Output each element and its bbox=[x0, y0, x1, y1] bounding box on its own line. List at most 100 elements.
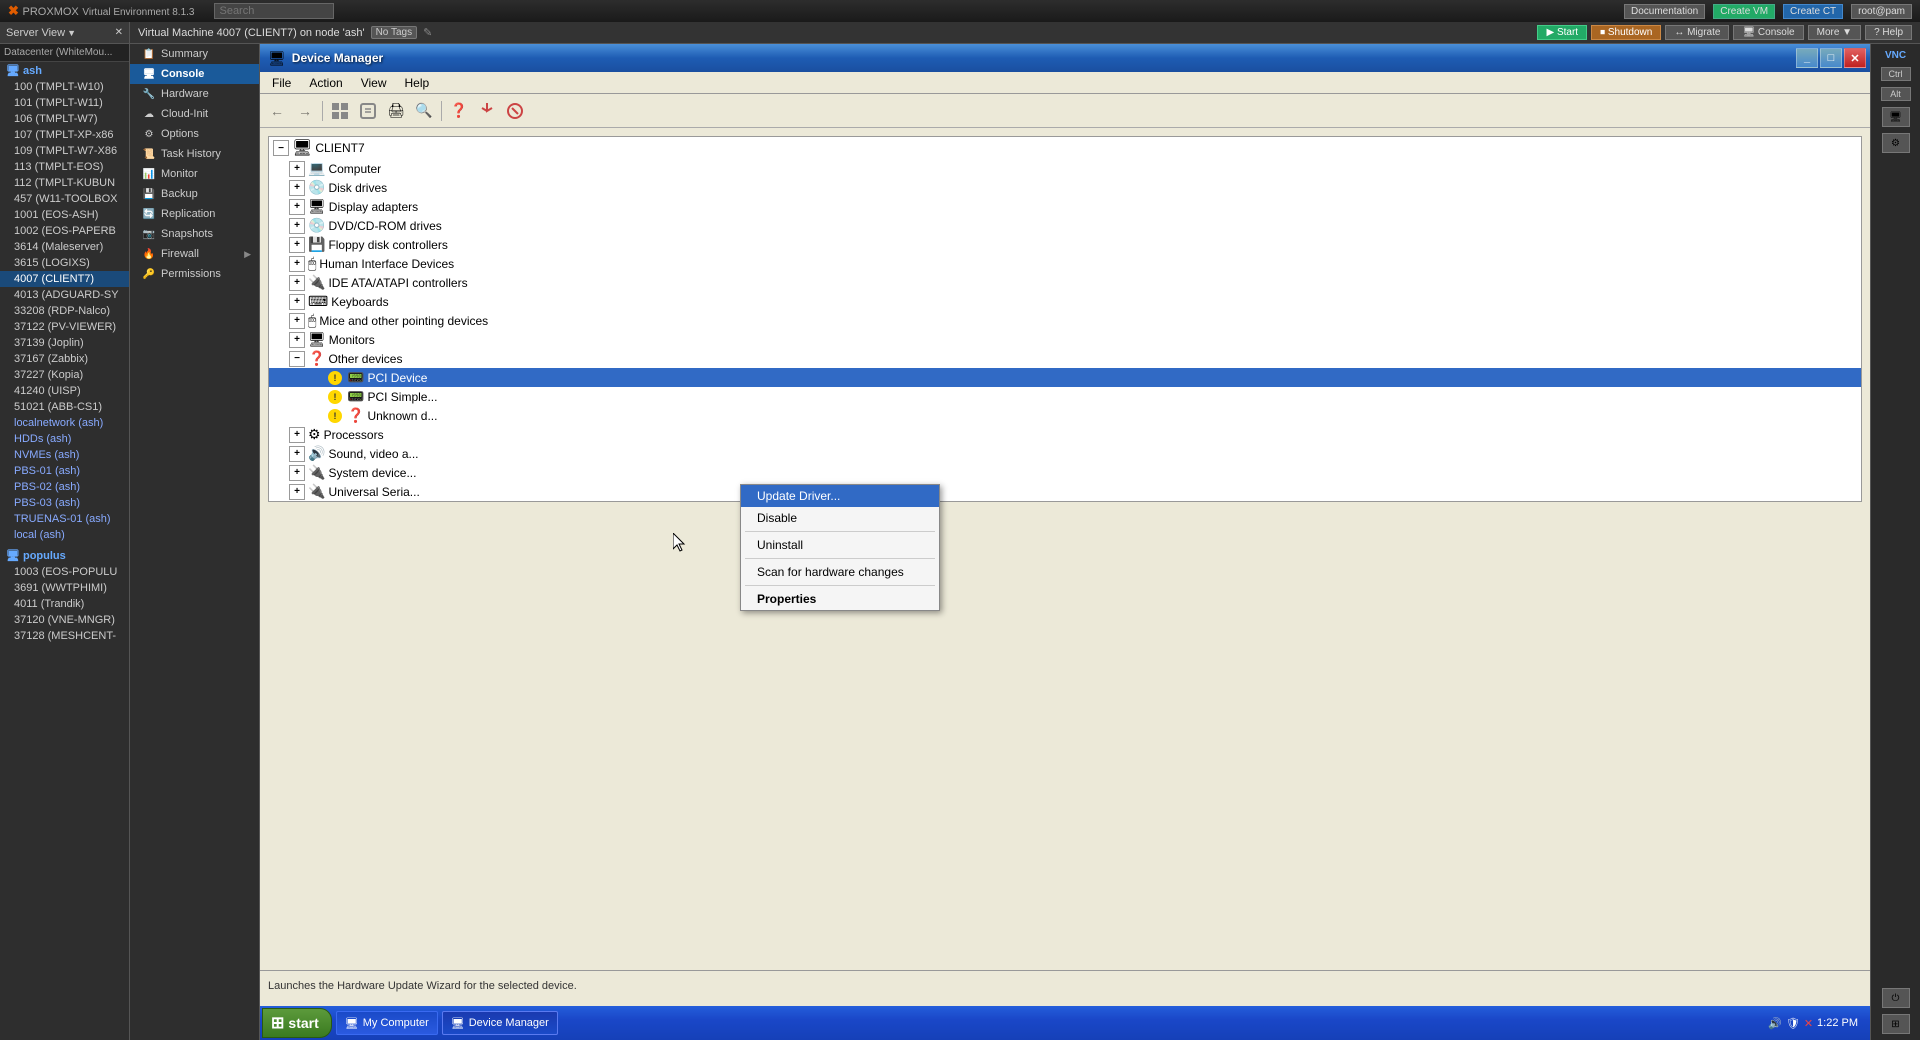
more-button[interactable]: More ▼ bbox=[1808, 25, 1861, 40]
server-view-close[interactable]: ✕ bbox=[115, 27, 123, 38]
console-button[interactable]: 🖥 Console bbox=[1733, 25, 1803, 40]
nav-backup[interactable]: 💾 Backup bbox=[130, 184, 259, 204]
sidebar-vm-100[interactable]: 100 (TMPLT-W10) bbox=[0, 79, 129, 95]
sidebar-storage-pbs02[interactable]: PBS-02 (ash) bbox=[0, 479, 129, 495]
ctx-properties[interactable]: Properties bbox=[741, 588, 939, 610]
sidebar-vm-4013[interactable]: 4013 (ADGUARD-SY bbox=[0, 287, 129, 303]
other-toggle[interactable]: − bbox=[289, 351, 305, 367]
sidebar-datacenter[interactable]: Datacenter (WhiteMou... bbox=[0, 44, 129, 62]
sidebar-vm-33208[interactable]: 33208 (RDP-Nalco) bbox=[0, 303, 129, 319]
sidebar-vm-37122[interactable]: 37122 (PV-VIEWER) bbox=[0, 319, 129, 335]
system-toggle[interactable]: + bbox=[289, 465, 305, 481]
nav-hardware[interactable]: 🔧 Hardware bbox=[130, 84, 259, 104]
migrate-button[interactable]: ↔ Migrate bbox=[1665, 25, 1729, 40]
toolbar-help-btn[interactable]: ❓ bbox=[446, 98, 472, 124]
processors-toggle[interactable]: + bbox=[289, 427, 305, 443]
toolbar-back-btn[interactable]: ← bbox=[264, 98, 290, 124]
nav-snapshots[interactable]: 📷 Snapshots bbox=[130, 224, 259, 244]
vnc-grid-btn[interactable]: ⊞ bbox=[1882, 1014, 1910, 1034]
tree-pci-simple[interactable]: ! 📟 PCI Simple... bbox=[269, 387, 1861, 406]
help-button[interactable]: ? Help bbox=[1865, 25, 1912, 40]
tree-system-devices[interactable]: + 🔌 System device... bbox=[269, 463, 1861, 482]
vnc-power-btn[interactable]: ⏻ bbox=[1882, 988, 1910, 1008]
dvd-toggle[interactable]: + bbox=[289, 218, 305, 234]
sidebar-storage-hdds[interactable]: HDDs (ash) bbox=[0, 431, 129, 447]
tree-pci-device[interactable]: ! 📟 PCI Device bbox=[269, 368, 1861, 387]
ctx-uninstall[interactable]: Uninstall bbox=[741, 534, 939, 556]
sidebar-vm-107[interactable]: 107 (TMPLT-XP-x86 bbox=[0, 127, 129, 143]
ctx-update-driver[interactable]: Update Driver... bbox=[741, 485, 939, 507]
tree-dvd[interactable]: + 💿 DVD/CD-ROM drives bbox=[269, 216, 1861, 235]
win-minimize-btn[interactable]: _ bbox=[1796, 48, 1818, 68]
toolbar-uninstall-btn[interactable] bbox=[502, 98, 528, 124]
tree-computer[interactable]: + 💻 Computer bbox=[269, 159, 1861, 178]
tree-root[interactable]: − 🖥 CLIENT7 bbox=[269, 137, 1861, 159]
tree-other-devices[interactable]: − ❓ Other devices bbox=[269, 349, 1861, 368]
sidebar-vm-113[interactable]: 113 (TMPLT-EOS) bbox=[0, 159, 129, 175]
shutdown-button[interactable]: ⏹ Shutdown bbox=[1591, 25, 1661, 40]
toolbar-print-btn[interactable]: 🖨 bbox=[383, 98, 409, 124]
root-toggle[interactable]: − bbox=[273, 140, 289, 156]
edit-icon[interactable]: ✎ bbox=[423, 26, 432, 39]
documentation-button[interactable]: Documentation bbox=[1624, 4, 1705, 19]
sidebar-storage-pbs01[interactable]: PBS-01 (ash) bbox=[0, 463, 129, 479]
vnc-alt[interactable]: Alt bbox=[1881, 87, 1911, 101]
sidebar-vm-106[interactable]: 106 (TMPLT-W7) bbox=[0, 111, 129, 127]
sidebar-storage-nvmes[interactable]: NVMEs (ash) bbox=[0, 447, 129, 463]
tree-usb[interactable]: + 🔌 Universal Seria... bbox=[269, 482, 1861, 501]
toolbar-properties-btn[interactable] bbox=[355, 98, 381, 124]
ide-toggle[interactable]: + bbox=[289, 275, 305, 291]
tree-monitors[interactable]: + 🖥 Monitors bbox=[269, 330, 1861, 349]
vnc-monitor-btn[interactable]: 🖥 bbox=[1882, 107, 1910, 127]
user-button[interactable]: root@pam bbox=[1851, 4, 1912, 19]
create-vm-button[interactable]: Create VM bbox=[1713, 4, 1775, 19]
sidebar-storage-local[interactable]: local (ash) bbox=[0, 527, 129, 543]
sidebar-vm-4011[interactable]: 4011 (Trandik) bbox=[0, 596, 129, 612]
tree-disk-drives[interactable]: + 💿 Disk drives bbox=[269, 178, 1861, 197]
ctx-disable[interactable]: Disable bbox=[741, 507, 939, 529]
sidebar-vm-1003[interactable]: 1003 (EOS-POPULU bbox=[0, 564, 129, 580]
toolbar-scan-btn[interactable]: 🔍 bbox=[411, 98, 437, 124]
tree-keyboards[interactable]: + ⌨ Keyboards bbox=[269, 292, 1861, 311]
menu-action[interactable]: Action bbox=[301, 74, 350, 92]
disk-drives-toggle[interactable]: + bbox=[289, 180, 305, 196]
sidebar-node-populus[interactable]: 🖥populus bbox=[0, 547, 129, 564]
tree-sound-video[interactable]: + 🔊 Sound, video a... bbox=[269, 444, 1861, 463]
menu-file[interactable]: File bbox=[264, 74, 299, 92]
monitors-toggle[interactable]: + bbox=[289, 332, 305, 348]
sidebar-vm-41240[interactable]: 41240 (UISP) bbox=[0, 383, 129, 399]
sidebar-vm-3614[interactable]: 3614 (Maleserver) bbox=[0, 239, 129, 255]
tree-processors[interactable]: + ⚙ Processors bbox=[269, 425, 1861, 444]
sound-toggle[interactable]: + bbox=[289, 446, 305, 462]
display-toggle[interactable]: + bbox=[289, 199, 305, 215]
search-input[interactable] bbox=[214, 3, 334, 19]
nav-firewall[interactable]: 🔥 Firewall ▶ bbox=[130, 244, 259, 264]
sidebar-vm-112[interactable]: 112 (TMPLT-KUBUN bbox=[0, 175, 129, 191]
nav-permissions[interactable]: 🔑 Permissions bbox=[130, 264, 259, 284]
sidebar-vm-51021[interactable]: 51021 (ABB-CS1) bbox=[0, 399, 129, 415]
sidebar-vm-37139[interactable]: 37139 (Joplin) bbox=[0, 335, 129, 351]
sidebar-vm-1001[interactable]: 1001 (EOS-ASH) bbox=[0, 207, 129, 223]
sidebar-node-ash[interactable]: 🖥ash bbox=[0, 62, 129, 79]
mice-toggle[interactable]: + bbox=[289, 313, 305, 329]
nav-replication[interactable]: 🔄 Replication bbox=[130, 204, 259, 224]
vnc-settings-btn[interactable]: ⚙ bbox=[1882, 133, 1910, 153]
nav-task-history[interactable]: 📜 Task History bbox=[130, 144, 259, 164]
sidebar-storage-localnetwork[interactable]: localnetwork (ash) bbox=[0, 415, 129, 431]
create-ct-button[interactable]: Create CT bbox=[1783, 4, 1843, 19]
win-restore-btn[interactable]: □ bbox=[1820, 48, 1842, 68]
computer-toggle[interactable]: + bbox=[289, 161, 305, 177]
taskbar-device-manager[interactable]: 🖥 Device Manager bbox=[442, 1011, 558, 1035]
start-button[interactable]: ▶ Start bbox=[1537, 25, 1587, 40]
sidebar-vm-37128[interactable]: 37128 (MESHCENT- bbox=[0, 628, 129, 644]
menu-view[interactable]: View bbox=[353, 74, 395, 92]
sidebar-vm-4007[interactable]: 4007 (CLIENT7) bbox=[0, 271, 129, 287]
sidebar-vm-37120[interactable]: 37120 (VNE-MNGR) bbox=[0, 612, 129, 628]
sidebar-vm-101[interactable]: 101 (TMPLT-W11) bbox=[0, 95, 129, 111]
usb-toggle[interactable]: + bbox=[289, 484, 305, 500]
toolbar-device-view-btn[interactable] bbox=[327, 98, 353, 124]
tree-unknown-device[interactable]: ! ❓ Unknown d... bbox=[269, 406, 1861, 425]
sidebar-vm-457[interactable]: 457 (W11-TOOLBOX bbox=[0, 191, 129, 207]
nav-options[interactable]: ⚙ Options bbox=[130, 124, 259, 144]
sidebar-storage-truenas[interactable]: TRUENAS-01 (ash) bbox=[0, 511, 129, 527]
